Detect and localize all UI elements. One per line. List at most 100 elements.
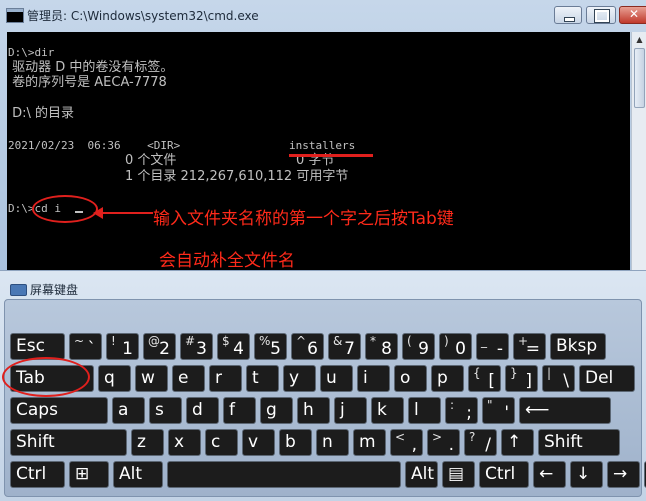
key-icon[interactable]: ←	[533, 461, 566, 488]
key-symbol[interactable]: | \	[542, 365, 575, 392]
key-symbol[interactable]: :;	[445, 397, 478, 424]
key-g[interactable]: g	[260, 397, 293, 424]
key-8[interactable]: * 8	[365, 333, 398, 360]
key-label: ↓	[576, 464, 591, 484]
close-button[interactable]	[619, 6, 646, 24]
key-ctrl[interactable]: Ctrl	[10, 461, 65, 488]
key-7[interactable]: & 7	[328, 333, 361, 360]
scroll-up-arrow-icon[interactable]: ▲	[634, 34, 645, 46]
key-label: Bksp	[556, 336, 598, 356]
key-v[interactable]: v	[242, 429, 275, 456]
key-symbol[interactable]: + =	[513, 333, 546, 360]
key-symbol[interactable]: " '	[482, 397, 515, 424]
key-symbol[interactable]: }]	[505, 365, 538, 392]
key-caps[interactable]: Caps	[10, 397, 108, 424]
cmd-app-icon[interactable]	[6, 8, 24, 23]
key-label: ]	[525, 371, 532, 391]
key-symbol[interactable]: >.	[427, 429, 460, 456]
key-3[interactable]: #3	[180, 333, 213, 360]
key-shift-label: {	[473, 366, 481, 380]
key-symbol[interactable]: ? /	[464, 429, 497, 456]
key-label: ↑	[507, 432, 522, 452]
key-q[interactable]: q	[98, 365, 131, 392]
console-scrollbar[interactable]: ▲	[631, 32, 646, 270]
scroll-thumb[interactable]	[634, 48, 645, 108]
annotation-text: 会自动补全文件名	[159, 251, 295, 270]
cmd-title-bar[interactable]: 管理员: C:\Windows\system32\cmd.exe	[0, 0, 646, 30]
key-symbol[interactable]: <,	[390, 429, 423, 456]
key-alt[interactable]: Alt	[405, 461, 438, 488]
key-shift[interactable]: Shift	[538, 429, 620, 456]
key-space[interactable]	[167, 461, 401, 488]
key-m[interactable]: m	[353, 429, 386, 456]
key-icon[interactable]: ⊞	[69, 461, 109, 488]
minimize-button[interactable]	[554, 6, 582, 24]
key-x[interactable]: x	[168, 429, 201, 456]
key-k[interactable]: k	[371, 397, 404, 424]
key-label: l	[414, 400, 419, 420]
key-9[interactable]: (9	[402, 333, 435, 360]
key-label: .	[448, 435, 454, 455]
console-line: 2021/02/23 06:36 <DIR>	[8, 139, 181, 152]
key-label: Ctrl	[485, 464, 516, 484]
key-shift-label: &	[333, 334, 343, 348]
console-output[interactable]: D:\>dir 驱动器 D 中的卷没有标签。 卷的序列号是 AECA-7778 …	[7, 32, 630, 270]
key-4[interactable]: $4	[217, 333, 250, 360]
key-icon[interactable]: ⟵	[519, 397, 611, 424]
key-1[interactable]: ! 1	[106, 333, 139, 360]
key-t[interactable]: t	[246, 365, 279, 392]
cmd-window: 管理员: C:\Windows\system32\cmd.exe D:\>dir…	[0, 0, 646, 270]
key-ctrl[interactable]: Ctrl	[479, 461, 529, 488]
key-label: n	[322, 432, 333, 452]
key-6[interactable]: ^ 6	[291, 333, 324, 360]
key-label: Caps	[16, 400, 58, 420]
key-b[interactable]: b	[279, 429, 312, 456]
key-label: /	[485, 435, 491, 455]
key-s[interactable]: s	[149, 397, 182, 424]
key-i[interactable]: i	[357, 365, 390, 392]
key-c[interactable]: c	[205, 429, 238, 456]
key-f[interactable]: f	[223, 397, 256, 424]
key-symbol[interactable]: _ -	[476, 333, 509, 360]
key-label: 9	[418, 339, 429, 359]
key-y[interactable]: y	[283, 365, 316, 392]
key-label: =	[525, 339, 540, 359]
key-label: 3	[196, 339, 207, 359]
key-esc[interactable]: Esc	[10, 333, 65, 360]
key-2[interactable]: @2	[143, 333, 176, 360]
key-shift-label: }	[510, 366, 518, 380]
key-symbol[interactable]: {[	[468, 365, 501, 392]
key-label: d	[192, 400, 203, 420]
key-shift-label: !	[111, 334, 116, 348]
key-5[interactable]: % 5	[254, 333, 287, 360]
key-o[interactable]: o	[394, 365, 427, 392]
key-icon[interactable]: ▤	[442, 461, 475, 488]
key-icon[interactable]: ↓	[570, 461, 603, 488]
key-n[interactable]: n	[316, 429, 349, 456]
key-alt[interactable]: Alt	[113, 461, 163, 488]
maximize-button[interactable]	[586, 6, 616, 24]
key-u[interactable]: u	[320, 365, 353, 392]
key-l[interactable]: l	[408, 397, 441, 424]
key-z[interactable]: z	[131, 429, 164, 456]
key-h[interactable]: h	[297, 397, 330, 424]
key-symbol[interactable]: ~ `	[69, 333, 102, 360]
console-line: 驱动器 D 中的卷没有标签。	[8, 60, 174, 75]
key-label: i	[363, 368, 368, 388]
key-bksp[interactable]: Bksp	[550, 333, 606, 360]
key-r[interactable]: r	[209, 365, 242, 392]
key-icon[interactable]: →	[607, 461, 640, 488]
key-d[interactable]: d	[186, 397, 219, 424]
console-line: 1 个目录 212,267,610,112 可用字节	[125, 169, 349, 184]
key-del[interactable]: Del	[579, 365, 635, 392]
key-j[interactable]: j	[334, 397, 367, 424]
key-e[interactable]: e	[172, 365, 205, 392]
key-0[interactable]: ) 0	[439, 333, 472, 360]
key-a[interactable]: a	[112, 397, 145, 424]
key-shift[interactable]: Shift	[10, 429, 127, 456]
key-w[interactable]: w	[135, 365, 168, 392]
key-p[interactable]: p	[431, 365, 464, 392]
key-icon[interactable]: ↑	[501, 429, 534, 456]
key-label: a	[118, 400, 129, 420]
key-label: q	[104, 368, 115, 388]
